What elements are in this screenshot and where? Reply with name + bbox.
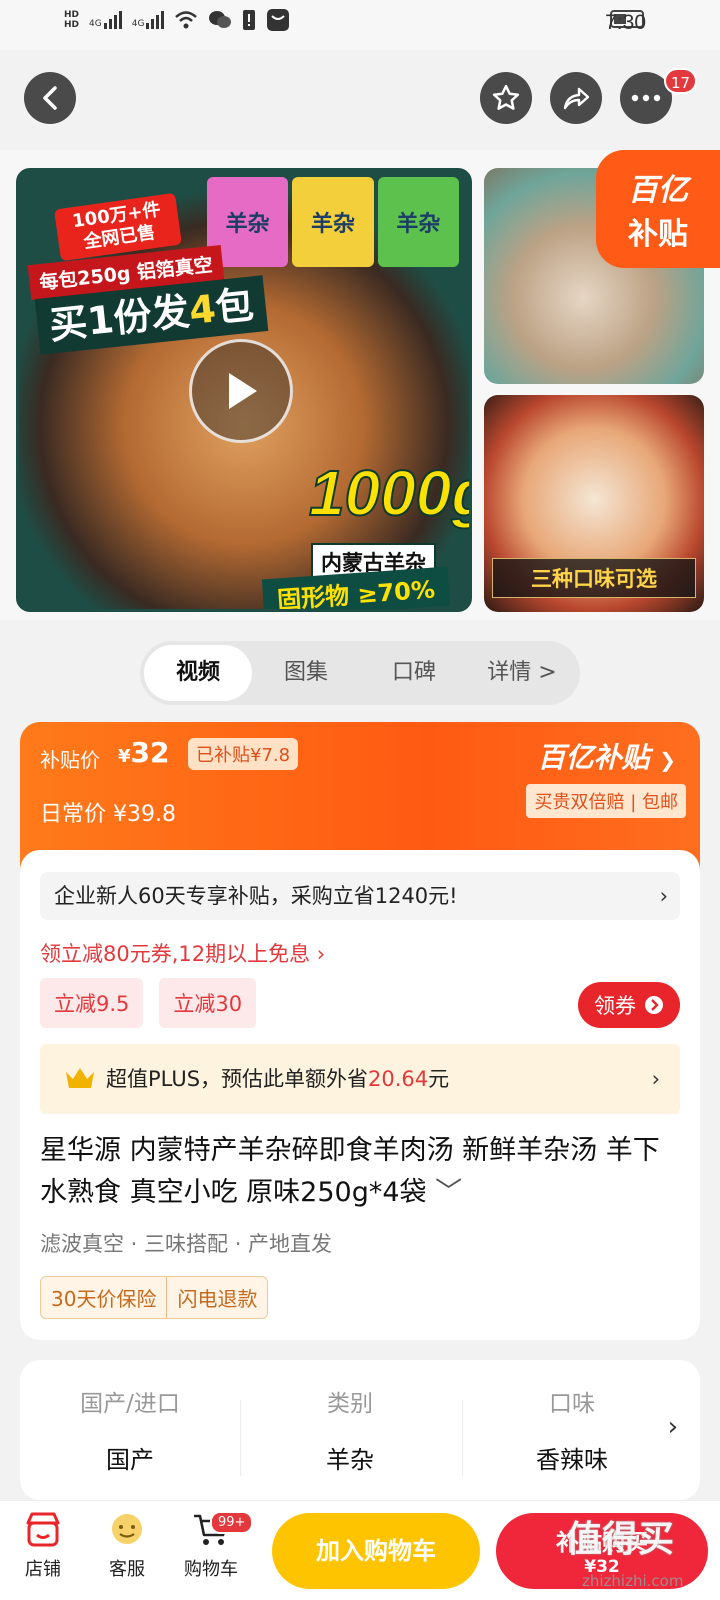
customer-service-button[interactable]: 客服: [92, 1511, 162, 1581]
media-tabs: 视频 图集 口碑 详情 >: [140, 641, 580, 705]
app-notification-icon: [267, 9, 290, 31]
store-icon: [26, 1512, 60, 1547]
chevron-right-icon: ›: [651, 1067, 660, 1091]
more-dots-icon: [631, 94, 661, 102]
status-icons-left: HD HD 4G 4G: [64, 8, 290, 32]
get-coupon-button[interactable]: 领券: [578, 982, 680, 1028]
service-promises[interactable]: 30天价保险 闪电退款: [40, 1276, 269, 1319]
alert-icon: [243, 10, 256, 30]
wechat-icon: [209, 11, 232, 28]
bag-label: 羊杂: [292, 177, 374, 267]
flavor-caption: 三种口味可选: [492, 558, 696, 598]
discount-chips: 立减9.5 立减30: [40, 978, 257, 1028]
enterprise-notice[interactable]: 企业新人60天专享补贴，采购立省1240元! ›: [40, 872, 680, 920]
cart-count-badge: 99+: [210, 1511, 254, 1534]
quick-refund-tag: 闪电退款: [166, 1277, 267, 1318]
play-icon: [229, 373, 257, 409]
product-info-card: 企业新人60天专享补贴，采购立省1240元! › 领立减80元券,12期以上免息…: [20, 850, 700, 1340]
chevron-down-icon: ﹀: [435, 1177, 463, 1208]
chevron-right-icon: ❯: [659, 748, 676, 772]
hd-indicator: HD HD: [64, 10, 80, 30]
back-button[interactable]: [24, 72, 76, 124]
share-icon: [563, 87, 590, 110]
notification-badge: 17: [664, 68, 698, 94]
thumbnail-image-2[interactable]: 三种口味可选: [484, 395, 704, 612]
main-product-image[interactable]: 羊杂 羊杂 羊杂 100万+件 全网已售 每包250g 铝箔真空 买1份发4包 …: [16, 168, 472, 612]
watermark-url: zhizhizhi.com: [582, 1572, 684, 1590]
tab-reviews[interactable]: 口碑: [360, 645, 468, 701]
discount-chip[interactable]: 立减30: [159, 978, 257, 1028]
attribute-flavor: 口味 香辣味: [536, 1391, 608, 1474]
product-bags: 羊杂 羊杂 羊杂: [207, 177, 459, 267]
star-icon: [492, 84, 520, 110]
add-to-cart-button[interactable]: 加入购物车: [272, 1513, 480, 1589]
attribute-origin: 国产/进口 国产: [80, 1391, 180, 1474]
subsidized-amount-badge: 已补贴¥7.8: [188, 738, 299, 770]
chevron-left-icon: [43, 86, 57, 110]
chevron-circle-icon: [645, 996, 663, 1014]
chevron-right-icon: ›: [659, 884, 668, 908]
price-protection-tag: 30天价保险: [51, 1287, 157, 1311]
tab-details[interactable]: 详情 >: [468, 645, 576, 701]
subsidy-logo[interactable]: 百亿补贴 ❯: [537, 736, 676, 776]
coupon-promo-link[interactable]: 领立减80元券,12期以上免息 ›: [40, 938, 325, 968]
tab-gallery[interactable]: 图集: [252, 645, 360, 701]
watermark: 值得买: [566, 1519, 675, 1560]
crown-icon: [66, 1068, 94, 1088]
clock: 7:30: [605, 11, 646, 34]
product-features: 滤波真空 · 三味搭配 · 产地直发: [40, 1232, 333, 1256]
share-button[interactable]: [550, 72, 602, 124]
weight-tag: 1000g: [308, 456, 469, 530]
subsidy-price-label: 补贴价: [40, 748, 100, 772]
favorite-button[interactable]: [480, 72, 532, 124]
guarantee-badge[interactable]: 买贵双倍赔 | 包邮: [526, 784, 686, 818]
regular-price: 日常价 ¥39.8: [40, 802, 176, 827]
service-icon: [112, 1514, 142, 1544]
bag-label: 羊杂: [377, 177, 459, 267]
store-button[interactable]: 店铺: [8, 1511, 78, 1581]
wifi-icon: [175, 11, 198, 29]
signal-icon: 4G: [89, 11, 122, 29]
signal-icon: 4G: [132, 11, 165, 29]
subsidy-corner-badge: 百亿 补贴: [596, 150, 720, 268]
attribute-category: 类别 羊杂: [326, 1391, 374, 1474]
chevron-right-icon: ›: [667, 1412, 678, 1442]
plus-savings-bar[interactable]: 超值PLUS，预估此单额外省20.64元 ›: [40, 1044, 680, 1114]
product-title[interactable]: 星华源 内蒙特产羊杂碎即食羊肉汤 新鲜羊杂汤 羊下水熟食 真空小吃 原味250g…: [40, 1130, 680, 1214]
product-attributes[interactable]: 国产/进口 国产 类别 羊杂 口味 香辣味 ›: [20, 1360, 700, 1500]
discount-chip[interactable]: 立减9.5: [40, 978, 144, 1028]
status-bar: HD HD 4G 4G 7:30: [0, 0, 720, 50]
play-video-button[interactable]: [189, 339, 293, 443]
tab-video[interactable]: 视频: [144, 645, 252, 701]
subsidy-price: ¥32: [118, 736, 170, 769]
